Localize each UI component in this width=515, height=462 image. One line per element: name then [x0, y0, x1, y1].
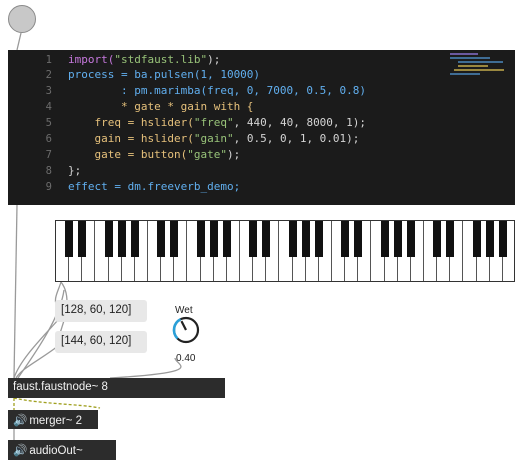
dial-needle — [180, 320, 187, 331]
code-line: effect = dm.freeverb_demo; — [68, 180, 241, 193]
message-box-note[interactable]: [144, 60, 120] — [55, 331, 147, 353]
piano-black-key[interactable] — [393, 221, 402, 257]
line-number: 8 — [45, 165, 52, 177]
piano-black-key[interactable] — [170, 221, 179, 257]
piano-black-key[interactable] — [406, 221, 415, 257]
code-editor[interactable]: 1 2 3 4 5 6 7 8 9 import("stdfaust.lib")… — [8, 50, 515, 205]
piano-black-key[interactable] — [354, 221, 363, 257]
piano-keyboard[interactable] — [55, 220, 515, 282]
merger-label: merger~ 2 — [29, 415, 83, 427]
line-number: 7 — [45, 149, 52, 161]
audioout-object[interactable]: 🔊 audioOut~ — [8, 440, 116, 460]
code-minimap[interactable] — [450, 53, 510, 75]
piano-black-key[interactable] — [472, 221, 481, 257]
piano-black-key[interactable] — [65, 221, 74, 257]
code-line: import("stdfaust.lib"); — [68, 53, 221, 66]
code-line: * gate * gain with { — [68, 100, 254, 113]
piano-black-key[interactable] — [117, 221, 126, 257]
code-line: process = ba.pulsen(1, 10000) — [68, 68, 261, 81]
piano-black-key[interactable] — [78, 221, 87, 257]
piano-black-key[interactable] — [288, 221, 297, 257]
audioout-label: audioOut~ — [29, 445, 83, 457]
wet-dial[interactable] — [170, 314, 202, 346]
piano-black-key[interactable] — [249, 221, 258, 257]
piano-black-key[interactable] — [433, 221, 442, 257]
code-line: freq = hslider("freq", 440, 40, 8000, 1)… — [68, 116, 367, 129]
code-line: gain = hslider("gain", 0.5, 0, 1, 0.01); — [68, 132, 360, 145]
piano-black-key[interactable] — [485, 221, 494, 257]
dial-level-arc — [172, 318, 182, 340]
faustnode-label: faust.faustnode~ 8 — [13, 381, 108, 393]
speaker-icon: 🔊 — [13, 445, 28, 457]
piano-black-key[interactable] — [130, 221, 139, 257]
faustnode-object[interactable]: faust.faustnode~ 8 — [8, 378, 225, 398]
piano-black-key[interactable] — [446, 221, 455, 257]
piano-black-key[interactable] — [104, 221, 113, 257]
piano-black-key[interactable] — [222, 221, 231, 257]
line-number: 3 — [45, 85, 52, 97]
piano-black-key[interactable] — [262, 221, 271, 257]
speaker-icon: 🔊 — [13, 415, 28, 427]
piano-black-key[interactable] — [209, 221, 218, 257]
line-number: 2 — [45, 69, 52, 81]
line-number: 4 — [45, 101, 52, 113]
line-number: 6 — [45, 133, 52, 145]
line-number: 9 — [45, 181, 52, 193]
line-number-gutter: 1 2 3 4 5 6 7 8 9 — [8, 50, 58, 205]
code-line: }; — [68, 164, 82, 177]
merger-object[interactable]: 🔊 merger~ 2 — [8, 410, 98, 429]
piano-black-key[interactable] — [314, 221, 323, 257]
piano-black-key[interactable] — [301, 221, 310, 257]
dial-value: 0.40 — [176, 353, 196, 364]
code-line: : pm.marimba(freq, 0, 7000, 0.5, 0.8) — [68, 84, 367, 97]
piano-black-key[interactable] — [498, 221, 507, 257]
piano-black-key[interactable] — [157, 221, 166, 257]
code-line: gate = button("gate"); — [68, 148, 241, 161]
message-box-note-on[interactable]: [128, 60, 120] — [55, 300, 147, 322]
piano-black-key[interactable] — [380, 221, 389, 257]
piano-black-key[interactable] — [341, 221, 350, 257]
line-number: 5 — [45, 117, 52, 129]
line-number: 1 — [45, 54, 52, 66]
piano-black-key[interactable] — [196, 221, 205, 257]
